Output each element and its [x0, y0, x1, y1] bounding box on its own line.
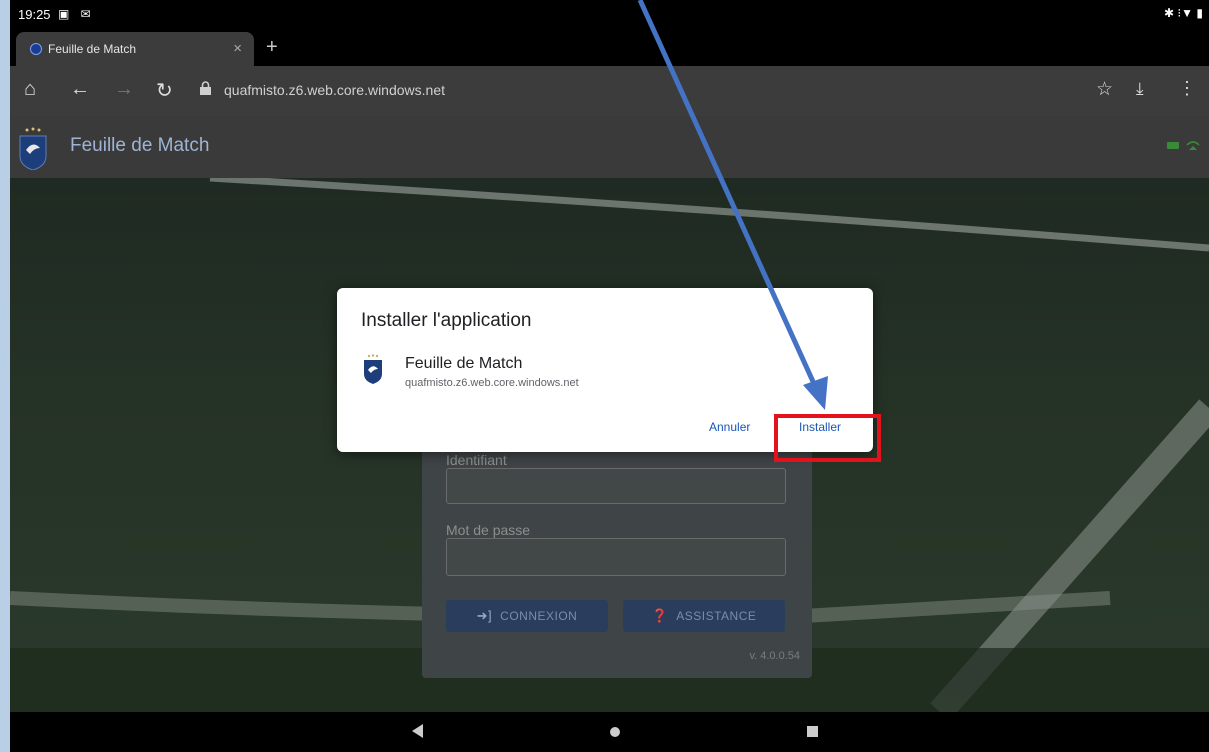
login-form: Identifiant Mot de passe ➜] CONNEXION ❓ AS…	[422, 418, 812, 678]
version-text: v. 4.0.0.54	[749, 650, 800, 662]
app-header: Feuille de Match	[10, 116, 1209, 178]
dialog-app-name: Feuille de Match	[405, 355, 523, 372]
fff-favicon-icon	[30, 43, 42, 55]
url-text: quafmisto.z6.web.core.windows.net	[224, 82, 445, 98]
app-title: Feuille de Match	[70, 135, 210, 156]
back-icon[interactable]: ←	[70, 78, 90, 101]
address-bar[interactable]: quafmisto.z6.web.core.windows.net	[200, 78, 1100, 104]
close-tab-icon[interactable]: ×	[233, 40, 242, 57]
question-circle-icon: ❓	[651, 608, 669, 623]
connexion-button[interactable]: ➜] CONNEXION	[446, 600, 608, 632]
fff-app-icon	[364, 354, 382, 384]
notification-icons: ▣ ✉	[58, 7, 95, 21]
reload-icon[interactable]: ↻	[156, 78, 173, 103]
assistance-label: ASSISTANCE	[676, 609, 757, 623]
dialog-app-url: quafmisto.z6.web.core.windows.net	[405, 377, 579, 389]
nav-recents-icon[interactable]	[807, 726, 818, 737]
menu-icon[interactable]: ⋮	[1178, 78, 1196, 99]
android-navigation-bar	[10, 712, 1209, 752]
installer-highlight-box	[774, 414, 881, 462]
identifiant-input[interactable]	[446, 468, 786, 504]
annuler-button[interactable]: Annuler	[709, 420, 750, 434]
connection-status-icon	[1167, 141, 1200, 150]
new-tab-icon[interactable]: +	[266, 36, 278, 59]
browser-tab[interactable]: Feuille de Match ×	[16, 32, 254, 66]
forward-icon[interactable]: →	[114, 78, 134, 101]
password-label: Mot de passe	[446, 522, 531, 538]
status-bar: 19:25 ▣ ✉ ✱ ⁝▼ ▮	[10, 0, 1209, 28]
status-time: 19:25	[18, 7, 51, 22]
assistance-button[interactable]: ❓ ASSISTANCE	[623, 600, 785, 632]
dialog-title: Installer l'application	[361, 310, 532, 331]
nav-home-icon[interactable]	[610, 727, 620, 737]
nav-back-icon[interactable]	[412, 724, 423, 738]
system-status-icons: ✱ ⁝▼ ▮	[1163, 6, 1203, 20]
password-input[interactable]	[446, 538, 786, 576]
fff-logo-icon	[19, 127, 47, 170]
download-icon[interactable]: ⤓	[1136, 79, 1144, 99]
browser-tab-strip: Feuille de Match × +	[10, 28, 1209, 66]
sign-in-icon: ➜]	[476, 608, 493, 623]
tab-title: Feuille de Match	[48, 42, 137, 56]
home-icon[interactable]: ⌂	[24, 78, 36, 101]
lock-icon	[200, 81, 211, 95]
connexion-label: CONNEXION	[500, 609, 578, 623]
star-icon[interactable]: ☆	[1096, 78, 1113, 101]
browser-toolbar: ⌂ ← → ↻ quafmisto.z6.web.core.windows.ne…	[10, 66, 1209, 116]
identifiant-label: Identifiant	[446, 452, 507, 468]
